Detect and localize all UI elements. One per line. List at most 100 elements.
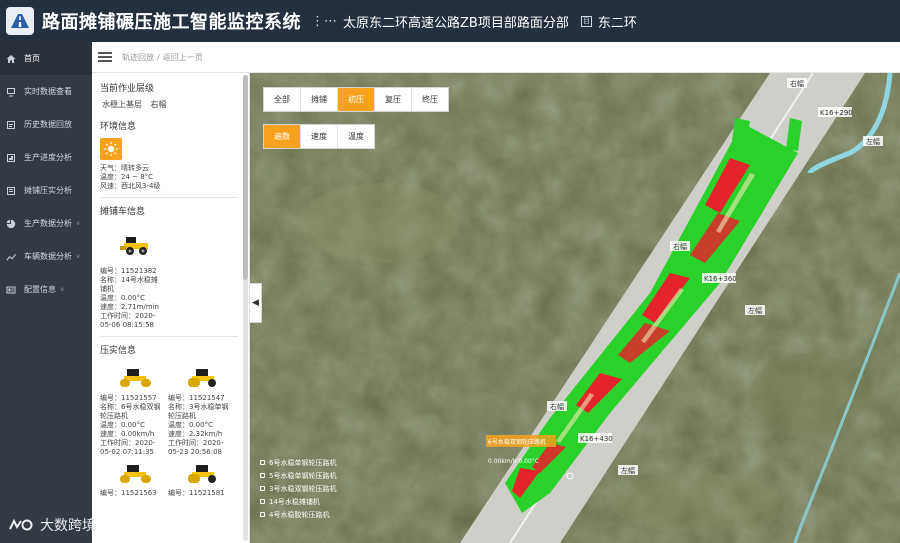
breadcrumb-separator: / <box>157 52 160 62</box>
layer-title: 当前作业层级 <box>100 84 155 94</box>
home-icon <box>6 54 16 64</box>
legend-label: 5号水稳单钢轮压路机 <box>269 471 337 480</box>
roller-icon <box>120 465 151 483</box>
sidebar-item-label: 配置信息 <box>24 285 56 294</box>
right-carriage-label: 右幅 <box>790 79 804 88</box>
paver-truck-icon <box>120 237 148 255</box>
checkbox-icon[interactable] <box>260 486 265 491</box>
chart-icon <box>6 252 16 262</box>
stake-label: K16+430 <box>580 435 613 443</box>
roller-card[interactable]: 编号：11521547 名称：3号水稳单钢 轮压路机 温度：0.00°C 速度：… <box>168 362 236 457</box>
tab-temperature[interactable]: 温度 <box>338 125 374 148</box>
sidebar-item-progress[interactable]: 生产进度分析 <box>0 141 92 174</box>
machine-legend: 6号水稳单钢轮压路机 5号水稳单钢轮压路机 3号水稳双钢轮压路机 14号水稳摊铺… <box>260 456 336 521</box>
roller-card[interactable]: 编号：11521557 名称：6号水稳双钢 轮压路机 温度：0.00°C 速度：… <box>100 362 168 457</box>
app-root: 路面摊铺碾压施工智能监控系统 ⋮⋯ 太原东二环高速公路ZB项目部路面分部 目 东… <box>0 0 900 543</box>
watermark: 大数跨境 <box>8 515 96 535</box>
checkbox-icon[interactable] <box>260 460 265 465</box>
checkbox-icon[interactable] <box>260 473 265 478</box>
wind-text: 风速：西北风3-4级 <box>100 182 161 190</box>
machine-popup-speed: 0.00km/h 0.00°C <box>488 458 539 465</box>
sidebar-item-config[interactable]: 配置信息 ∨ <box>0 273 92 306</box>
sidebar-item-home[interactable]: 首页 <box>0 42 92 75</box>
mode-tabs: 全部 摊铺 初压 复压 终压 <box>263 87 449 112</box>
top-header: 路面摊铺碾压施工智能监控系统 ⋮⋯ 太原东二环高速公路ZB项目部路面分部 目 东… <box>0 0 900 42</box>
roller-line: 编号：11521557 <box>100 394 157 402</box>
right-carriage-label: 右幅 <box>673 242 687 251</box>
tab-speed[interactable]: 速度 <box>301 125 338 148</box>
scrollbar-thumb[interactable] <box>243 75 248 280</box>
tab-all[interactable]: 全部 <box>264 88 301 111</box>
roller-line: 编号：11521581 <box>168 489 225 497</box>
hamburger-menu-icon[interactable] <box>98 52 112 62</box>
tab-paving[interactable]: 摊铺 <box>301 88 338 111</box>
sidebar-item-history[interactable]: 历史数据回放 <box>0 108 92 141</box>
sidebar-item-compaction[interactable]: 摊铺压实分析 <box>0 174 92 207</box>
roller-line: 编号：11521563 <box>100 489 157 497</box>
legend-label: 14号水稳摊铺机 <box>269 497 320 506</box>
roller-line: 05-23 20:56:08 <box>168 448 223 456</box>
legend-label: 3号水稳双钢轮压路机 <box>269 484 337 493</box>
roller-icon <box>120 369 151 387</box>
sun-icon <box>100 138 122 160</box>
checkbox-icon[interactable] <box>260 512 265 517</box>
checkbox-icon[interactable] <box>260 499 265 504</box>
panel-scrollbar[interactable] <box>243 75 248 541</box>
paver-machine <box>100 223 238 267</box>
satellite-map[interactable]: 右幅 K16+290 左幅 右幅 K16+360 左幅 右幅 K16+430 左… <box>250 73 900 543</box>
legend-item[interactable]: 5号水稳单钢轮压路机 <box>260 469 336 482</box>
roller-line: 工作时间：2020- <box>100 439 156 447</box>
legend-item[interactable]: 3号水稳双钢轮压路机 <box>260 482 336 495</box>
roller-line: 温度：0.00°C <box>168 421 213 429</box>
sidebar-item-label: 摊铺压实分析 <box>24 186 72 195</box>
roller-line: 名称：3号水稳单钢 <box>168 403 229 411</box>
legend-item[interactable]: 4号水稳胶轮压路机 <box>260 508 336 521</box>
roller-row: 编号：11521557 名称：6号水稳双钢 轮压路机 温度：0.00°C 速度：… <box>100 362 238 457</box>
paver-line: 名称：14号水稳摊 <box>100 276 158 284</box>
metric-tabs: 遍数 速度 温度 <box>263 124 375 149</box>
progress-icon <box>6 153 16 163</box>
sidebar-item-label: 车辆数据分析 <box>24 252 72 261</box>
tab-final-roll[interactable]: 终压 <box>412 88 448 111</box>
roller-card[interactable]: 编号：11521581 <box>168 459 236 498</box>
temperature-text: 温度：24 ~ 8°C <box>100 173 154 181</box>
sidebar-item-label: 首页 <box>24 54 40 63</box>
weather-text: 天气：晴转多云 <box>100 164 149 172</box>
paver-line: 速度：2.71m/min <box>100 303 159 311</box>
sidebar-item-realtime[interactable]: 实时数据查看 <box>0 75 92 108</box>
tab-passes[interactable]: 遍数 <box>264 125 301 148</box>
info-panel: 当前作业层级 水稳上基层 右幅 环境信息 天气：晴转多云 温度：24 ~ 8°C… <box>92 73 250 543</box>
sidebar-item-label: 实时数据查看 <box>24 87 72 96</box>
legend-item[interactable]: 6号水稳单钢轮压路机 <box>260 456 336 469</box>
panel-collapse-button[interactable]: ◀ <box>250 283 262 323</box>
roller-line: 温度：0.00°C <box>100 421 145 429</box>
layer-side: 右幅 <box>150 100 167 109</box>
section-name[interactable]: 东二环 <box>598 12 637 31</box>
tab-second-roll[interactable]: 复压 <box>375 88 412 111</box>
caret-left-icon: ◀ <box>252 298 259 308</box>
roller-title: 压实信息 <box>100 346 137 356</box>
left-carriage-label: 左幅 <box>866 137 880 146</box>
roller-line: 轮压路机 <box>168 412 196 420</box>
roller-card[interactable]: 编号：11521563 <box>100 459 168 498</box>
breadcrumb-back-link[interactable]: 返回上一页 <box>163 52 203 63</box>
sidebar-item-label: 生产进度分析 <box>24 153 72 162</box>
env-title: 环境信息 <box>100 122 137 132</box>
road-logo-icon <box>6 7 34 35</box>
sidebar-item-label: 生产数据分析 <box>24 219 72 228</box>
paver-title: 摊铺车信息 <box>100 207 146 217</box>
paver-line: 铺机 <box>100 285 114 293</box>
project-tree-icon: ⋮⋯ <box>311 13 337 29</box>
stake-label: K16+360 <box>704 275 737 283</box>
sidebar-item-vehicle[interactable]: 车辆数据分析 ∨ <box>0 240 92 273</box>
tab-initial-roll[interactable]: 初压 <box>338 88 375 111</box>
roller-row: 编号：11521563 编号：11521581 <box>100 459 238 498</box>
sidebar-item-production[interactable]: 生产数据分析 ∨ <box>0 207 92 240</box>
roller-line: 编号：11521547 <box>168 394 225 402</box>
roller-icon <box>188 369 216 387</box>
project-name[interactable]: 太原东二环高速公路ZB项目部路面分部 <box>343 12 569 31</box>
paver-line: 温度：0.00°C <box>100 294 145 302</box>
breadcrumb-playback[interactable]: 轨迹回放 <box>122 52 154 63</box>
section-doc-icon: 目 <box>580 15 592 27</box>
legend-item[interactable]: 14号水稳摊铺机 <box>260 495 336 508</box>
